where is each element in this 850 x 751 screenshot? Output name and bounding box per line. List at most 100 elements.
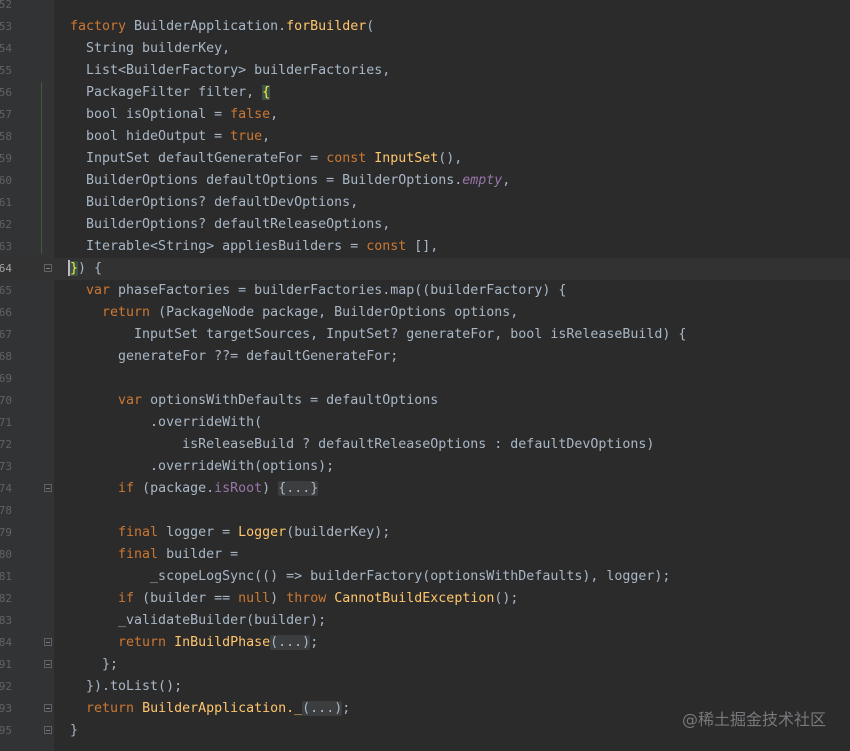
folded-region-placeholder[interactable]: (...)	[270, 635, 311, 650]
code-token: if	[70, 591, 143, 606]
code-line-82[interactable]: 82 if (builder == null) throw CannotBuil…	[0, 588, 850, 610]
code-token: BuilderApplication._	[142, 701, 303, 716]
code-line-73[interactable]: 73 .overrideWith(options);	[0, 456, 850, 478]
code-editor[interactable]: 52 53 factory BuilderApplication.forBuilde…	[0, 0, 850, 751]
code-token: };	[70, 657, 119, 672]
code-token: BuilderOptions? defaultReleaseOptions,	[70, 217, 391, 232]
code-line-59[interactable]: 59 InputSet defaultGenerateFor = const I…	[0, 148, 850, 170]
line-number: 79	[0, 526, 12, 539]
code-text: .overrideWith(	[70, 412, 262, 434]
code-line-80[interactable]: 80 final builder =	[0, 544, 850, 566]
code-line-56[interactable]: 56 PackageFilter filter, {	[0, 82, 850, 104]
line-number: 93	[0, 702, 12, 715]
code-line-74[interactable]: 74 if (package.isRoot) {...}	[0, 478, 850, 500]
line-number: 62	[0, 218, 12, 231]
code-line-69[interactable]: 69	[0, 368, 850, 390]
code-token: (	[366, 19, 375, 34]
code-token: BuilderOptions? defaultDevOptions,	[70, 195, 359, 210]
line-number: 73	[0, 460, 12, 473]
code-text: BuilderOptions defaultOptions = BuilderO…	[70, 170, 510, 192]
code-line-52[interactable]: 52	[0, 0, 850, 16]
code-text: var optionsWithDefaults = defaultOptions	[70, 390, 438, 412]
code-token: .overrideWith(options);	[70, 459, 335, 474]
code-text: }	[70, 720, 78, 742]
code-token: {	[262, 85, 271, 100]
code-token: [],	[414, 239, 439, 254]
line-number: 84	[0, 636, 12, 649]
line-number: 80	[0, 548, 12, 561]
code-line-65[interactable]: 65 var phaseFactories = builderFactories…	[0, 280, 850, 302]
code-token: ;	[310, 635, 319, 650]
line-number: 57	[0, 108, 12, 121]
code-line-83[interactable]: 83 _validateBuilder(builder);	[0, 610, 850, 632]
line-number: 72	[0, 438, 12, 451]
fold-toggle-icon[interactable]	[44, 726, 52, 734]
fold-toggle-icon[interactable]	[44, 264, 52, 272]
code-line-53[interactable]: 53 factory BuilderApplication.forBuilder(	[0, 16, 850, 38]
code-token: null	[238, 591, 271, 606]
code-token: InputSet	[374, 151, 439, 166]
code-text: BuilderOptions? defaultDevOptions,	[70, 192, 358, 214]
code-token: optionsWithDefaults = defaultOptions	[150, 393, 439, 408]
code-token: InBuildPhase	[174, 635, 271, 650]
code-token: Iterable<String> appliesBuilders =	[70, 239, 367, 254]
code-token: }	[70, 261, 79, 276]
code-line-57[interactable]: 57 bool isOptional = false,	[0, 104, 850, 126]
code-token: BuilderOptions defaultOptions = BuilderO…	[70, 173, 463, 188]
code-token: .overrideWith(	[70, 415, 263, 430]
code-line-91[interactable]: 91 };	[0, 654, 850, 676]
code-text: List<BuilderFactory> builderFactories,	[70, 60, 390, 82]
line-number: 95	[0, 724, 12, 737]
code-token: var	[70, 393, 151, 408]
code-text: .overrideWith(options);	[70, 456, 334, 478]
code-line-60[interactable]: 60 BuilderOptions defaultOptions = Build…	[0, 170, 850, 192]
code-line-81[interactable]: 81 _scopeLogSync(() => builderFactory(op…	[0, 566, 850, 588]
fold-toggle-icon[interactable]	[44, 660, 52, 668]
code-token: (builderKey);	[286, 525, 391, 540]
code-line-67[interactable]: 67 InputSet targetSources, InputSet? gen…	[0, 324, 850, 346]
code-line-68[interactable]: 68 generateFor ??= defaultGenerateFor;	[0, 346, 850, 368]
watermark: @稀土掘金技术社区	[681, 710, 826, 729]
code-line-63[interactable]: 63 Iterable<String> appliesBuilders = co…	[0, 236, 850, 258]
code-text: generateFor ??= defaultGenerateFor;	[70, 346, 398, 368]
code-token: )	[270, 591, 287, 606]
fold-toggle-icon[interactable]	[44, 484, 52, 492]
code-token: bool isOptional =	[70, 107, 231, 122]
folded-region-placeholder[interactable]: {...}	[278, 481, 319, 496]
code-token: factory	[70, 19, 135, 34]
code-text: bool isOptional = false,	[70, 104, 278, 126]
code-token: phaseFactories = builderFactories.map((b…	[118, 283, 567, 298]
code-line-78[interactable]: 78	[0, 500, 850, 522]
code-text: final builder =	[70, 544, 238, 566]
fold-toggle-icon[interactable]	[44, 704, 52, 712]
code-line-58[interactable]: 58 bool hideOutput = true,	[0, 126, 850, 148]
code-token: return	[70, 305, 159, 320]
code-text: return InBuildPhase(...);	[70, 632, 318, 654]
code-line-64[interactable]: 64}) {	[0, 258, 850, 280]
code-line-54[interactable]: 54 String builderKey,	[0, 38, 850, 60]
folded-region-placeholder[interactable]: (...)	[302, 701, 343, 716]
code-token: (package.	[142, 481, 215, 496]
code-token: forBuilder	[286, 19, 367, 34]
code-line-72[interactable]: 72 isReleaseBuild ? defaultReleaseOption…	[0, 434, 850, 456]
code-line-70[interactable]: 70 var optionsWithDefaults = defaultOpti…	[0, 390, 850, 412]
code-line-84[interactable]: 84 return InBuildPhase(...);	[0, 632, 850, 654]
code-text: };	[70, 654, 118, 676]
code-line-66[interactable]: 66 return (PackageNode package, BuilderO…	[0, 302, 850, 324]
code-token: (),	[438, 151, 463, 166]
code-line-92[interactable]: 92 }).toList();	[0, 676, 850, 698]
line-number: 63	[0, 240, 12, 253]
code-line-55[interactable]: 55 List<BuilderFactory> builderFactories…	[0, 60, 850, 82]
code-token: }	[70, 723, 79, 738]
code-token: ,	[270, 107, 279, 122]
code-line-79[interactable]: 79 final logger = Logger(builderKey);	[0, 522, 850, 544]
code-text: InputSet targetSources, InputSet? genera…	[70, 324, 686, 346]
line-number: 92	[0, 680, 12, 693]
code-line-61[interactable]: 61 BuilderOptions? defaultDevOptions,	[0, 192, 850, 214]
code-token: empty	[462, 173, 503, 188]
code-text: _scopeLogSync(() => builderFactory(optio…	[70, 566, 670, 588]
line-number: 70	[0, 394, 12, 407]
fold-toggle-icon[interactable]	[44, 638, 52, 646]
code-line-71[interactable]: 71 .overrideWith(	[0, 412, 850, 434]
code-line-62[interactable]: 62 BuilderOptions? defaultReleaseOptions…	[0, 214, 850, 236]
